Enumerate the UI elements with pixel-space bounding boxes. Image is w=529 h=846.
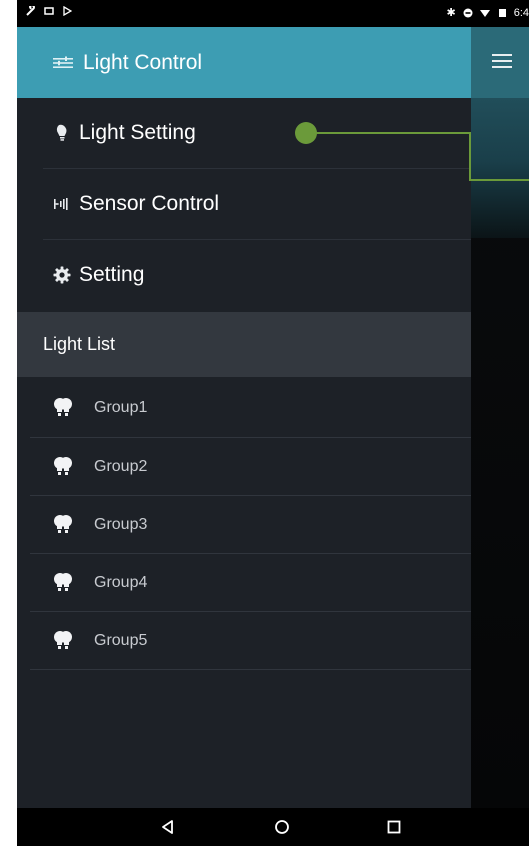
bulbs-icon (54, 515, 72, 533)
list-item-group2[interactable]: Group2 (17, 438, 471, 496)
menu-item-sensor-control[interactable]: Sensor Control (17, 169, 471, 239)
status-bar: ✱ 6:4 (17, 0, 529, 27)
play-store-icon (63, 6, 72, 16)
system-nav-bar (17, 808, 529, 846)
navigation-drawer: Light Control Light Setting Sensor Contr… (17, 27, 471, 808)
sensor-icon (54, 198, 68, 210)
menu-item-label: Setting (79, 263, 145, 286)
light-list-title: Light List (43, 334, 116, 354)
list-item-group1[interactable]: Group1 (17, 379, 471, 437)
group-label: Group1 (94, 399, 148, 416)
group-label: Group3 (94, 516, 148, 533)
menu-item-setting[interactable]: Setting (17, 240, 471, 310)
hamburger-line (492, 54, 512, 56)
drawer-header[interactable]: Light Control (17, 27, 471, 98)
divider (30, 669, 471, 670)
bulbs-icon (54, 457, 72, 475)
do-not-disturb-icon (463, 8, 473, 17)
wrench-icon (26, 6, 35, 16)
group-label: Group2 (94, 458, 148, 475)
bulbs-icon (54, 398, 72, 416)
sliders-icon (53, 56, 73, 68)
content-hero-image (471, 98, 529, 238)
menu-item-light-setting[interactable]: Light Setting (17, 98, 471, 168)
gear-icon (53, 266, 71, 284)
device-screen: ✱ 6:4 Light Control Light Setting Sensor… (17, 0, 529, 846)
bulbs-icon (54, 573, 72, 591)
drawer-title: Light Control (83, 50, 203, 74)
recents-icon[interactable] (385, 818, 403, 836)
screenshot-icon (44, 7, 54, 15)
content-toolbar (471, 27, 529, 98)
list-item-group4[interactable]: Group4 (17, 554, 471, 612)
status-icons-right: ✱ 6:4 (446, 6, 529, 20)
bulbs-icon (54, 631, 72, 649)
list-item-group3[interactable]: Group3 (17, 496, 471, 554)
bluetooth-icon: ✱ (446, 7, 456, 19)
status-time: 6:4 (513, 6, 529, 19)
status-icons-left (26, 6, 72, 16)
signal-icon (498, 8, 506, 17)
drawer-menu: Light Setting Sensor Control Setting (17, 98, 471, 312)
group-label: Group5 (94, 632, 148, 649)
light-list-header: Light List (17, 312, 471, 377)
main-content (471, 27, 529, 808)
hamburger-menu-button[interactable] (492, 51, 512, 71)
group-label: Group4 (94, 574, 148, 591)
wifi-icon (479, 9, 490, 17)
menu-item-label: Light Setting (79, 121, 196, 144)
back-icon[interactable] (159, 818, 177, 836)
hamburger-line (492, 60, 512, 62)
list-item-group5[interactable]: Group5 (17, 612, 471, 670)
lightbulb-icon (56, 124, 67, 141)
home-icon[interactable] (273, 818, 291, 836)
menu-item-label: Sensor Control (79, 192, 220, 215)
hamburger-line (492, 66, 512, 68)
